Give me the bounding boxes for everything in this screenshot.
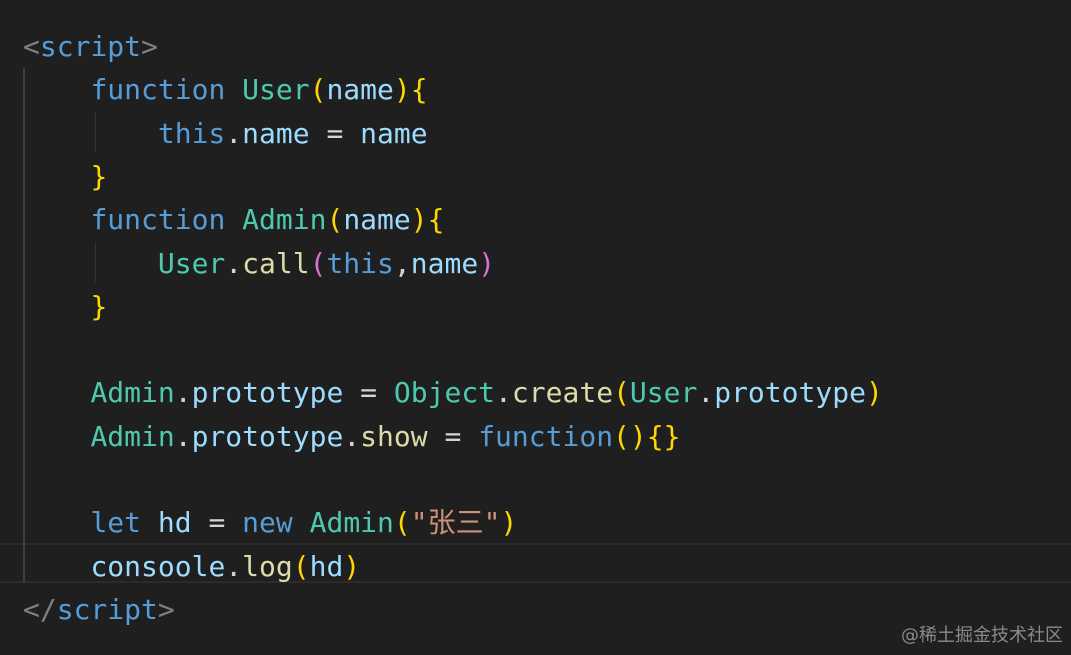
code-token: name [410, 247, 479, 280]
code-token: consoole [90, 550, 226, 583]
code-line[interactable]: Admin.prototype.show = function(){} [23, 415, 680, 458]
code-token: name [326, 73, 394, 106]
code-token: = [309, 117, 361, 150]
code-line[interactable]: Admin.prototype = Object.create(User.pro… [23, 371, 883, 414]
code-token: prototype [714, 376, 866, 409]
code-token: {} [646, 420, 681, 453]
code-token: name [242, 117, 310, 150]
code-token: ( [393, 506, 411, 539]
code-token: name [360, 117, 428, 150]
code-line[interactable]: this.name = name [23, 112, 428, 155]
code-token: = [427, 420, 479, 453]
code-token: function [90, 203, 226, 236]
code-token: ( [309, 73, 327, 106]
code-line[interactable]: </script> [23, 588, 175, 631]
code-token: log [242, 550, 293, 583]
code-token: < [23, 30, 40, 63]
code-token: function [90, 73, 226, 106]
code-token: User [629, 376, 698, 409]
code-token: . [225, 247, 243, 280]
code-token: Admin [309, 506, 394, 539]
code-line[interactable]: let hd = new Admin("张三") [23, 501, 517, 544]
code-token: ) [343, 550, 361, 583]
code-token: > [141, 30, 158, 63]
code-token: new [242, 506, 293, 539]
code-token: ( [292, 550, 310, 583]
code-token: . [495, 376, 512, 409]
code-line[interactable]: } [23, 285, 107, 328]
code-token: } [90, 290, 108, 323]
code-token: . [343, 420, 361, 453]
code-token: ( [326, 203, 344, 236]
code-token: name [343, 203, 411, 236]
code-editor[interactable]: <script> function User(name){ this.name … [0, 0, 1071, 655]
code-token: let [90, 506, 142, 539]
code-token: , [393, 247, 411, 280]
code-token: } [90, 160, 108, 193]
code-line[interactable]: <script> [23, 25, 158, 68]
code-token: ) [500, 506, 518, 539]
code-token: this [326, 247, 394, 280]
code-token: ) [478, 247, 496, 280]
code-line[interactable]: function User(name){ [23, 68, 428, 111]
code-token: hd [157, 506, 192, 539]
code-line[interactable]: consoole.log(hd) [23, 545, 360, 588]
code-token: ( [613, 376, 630, 409]
code-line[interactable]: function Admin(name){ [23, 198, 444, 241]
code-token: () [613, 420, 647, 453]
code-token: Admin [90, 376, 175, 409]
code-token: > [157, 593, 175, 626]
code-token: . [697, 376, 715, 409]
code-token: { [427, 203, 445, 236]
code-line[interactable]: } [23, 155, 107, 198]
code-token: </ [23, 593, 57, 626]
code-token: = [191, 506, 243, 539]
code-token: User [157, 247, 226, 280]
code-token: create [511, 376, 614, 409]
code-token: { [410, 73, 428, 106]
code-token: . [174, 376, 192, 409]
code-token: = [343, 376, 394, 409]
code-token: ) [410, 203, 428, 236]
code-token: script [39, 30, 142, 63]
code-line[interactable]: User.call(this,name) [23, 242, 495, 285]
code-token: . [225, 117, 243, 150]
code-token: ) [393, 73, 411, 106]
code-token: Admin [90, 420, 175, 453]
code-token: this [157, 117, 226, 150]
code-token: . [174, 420, 192, 453]
code-token: prototype [191, 376, 344, 409]
watermark: @稀土掘金技术社区 [901, 625, 1063, 646]
code-token: Admin [242, 203, 327, 236]
code-token: show [360, 420, 428, 453]
code-token: "张三" [410, 506, 501, 539]
code-token: ( [309, 247, 327, 280]
code-token: . [225, 550, 243, 583]
code-token: function [478, 420, 614, 453]
code-token: script [56, 593, 158, 626]
code-token: ) [865, 376, 883, 409]
code-token: Object [393, 376, 496, 409]
code-token: prototype [191, 420, 344, 453]
code-token: hd [309, 550, 344, 583]
code-token: User [242, 73, 310, 106]
code-token: call [242, 247, 310, 280]
